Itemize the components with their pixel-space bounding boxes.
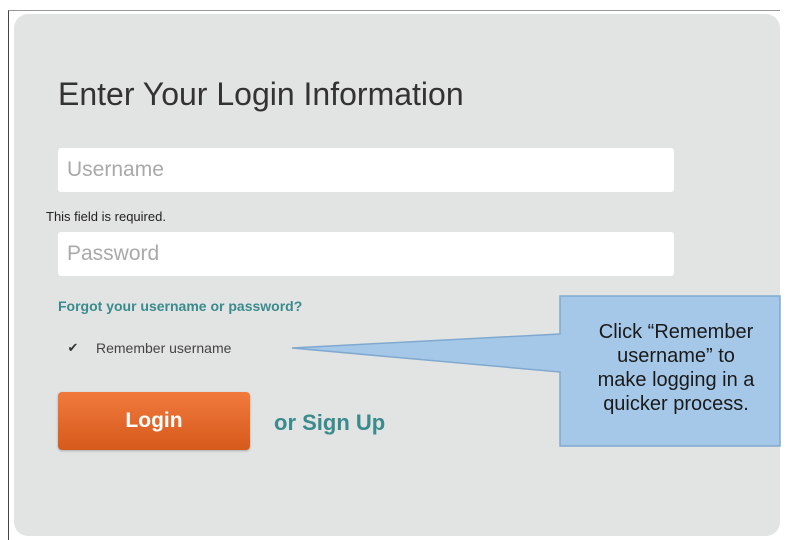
remember-username-label: Remember username (96, 340, 232, 356)
callout-text: Click “Remember username” to make loggin… (572, 320, 780, 416)
login-button[interactable]: Login (58, 392, 250, 450)
password-input[interactable] (58, 232, 674, 276)
signup-prefix: or (274, 410, 296, 435)
signup-row: or Sign Up (274, 410, 385, 436)
callout-line: Click “Remember (598, 321, 754, 343)
required-error-message: This field is required. (46, 209, 166, 224)
callout-line: quicker process. (603, 393, 749, 415)
page-title: Enter Your Login Information (58, 76, 464, 112)
remember-username-row: ✔ Remember username (66, 340, 232, 356)
callout-line: username” to (617, 345, 735, 367)
callout-line: make logging in a (597, 369, 755, 391)
username-input[interactable] (58, 148, 674, 192)
forgot-credentials-link[interactable]: Forgot your username or password? (58, 298, 302, 314)
remember-username-checkbox[interactable]: ✔ (66, 341, 80, 355)
signup-link[interactable]: Sign Up (302, 410, 385, 435)
